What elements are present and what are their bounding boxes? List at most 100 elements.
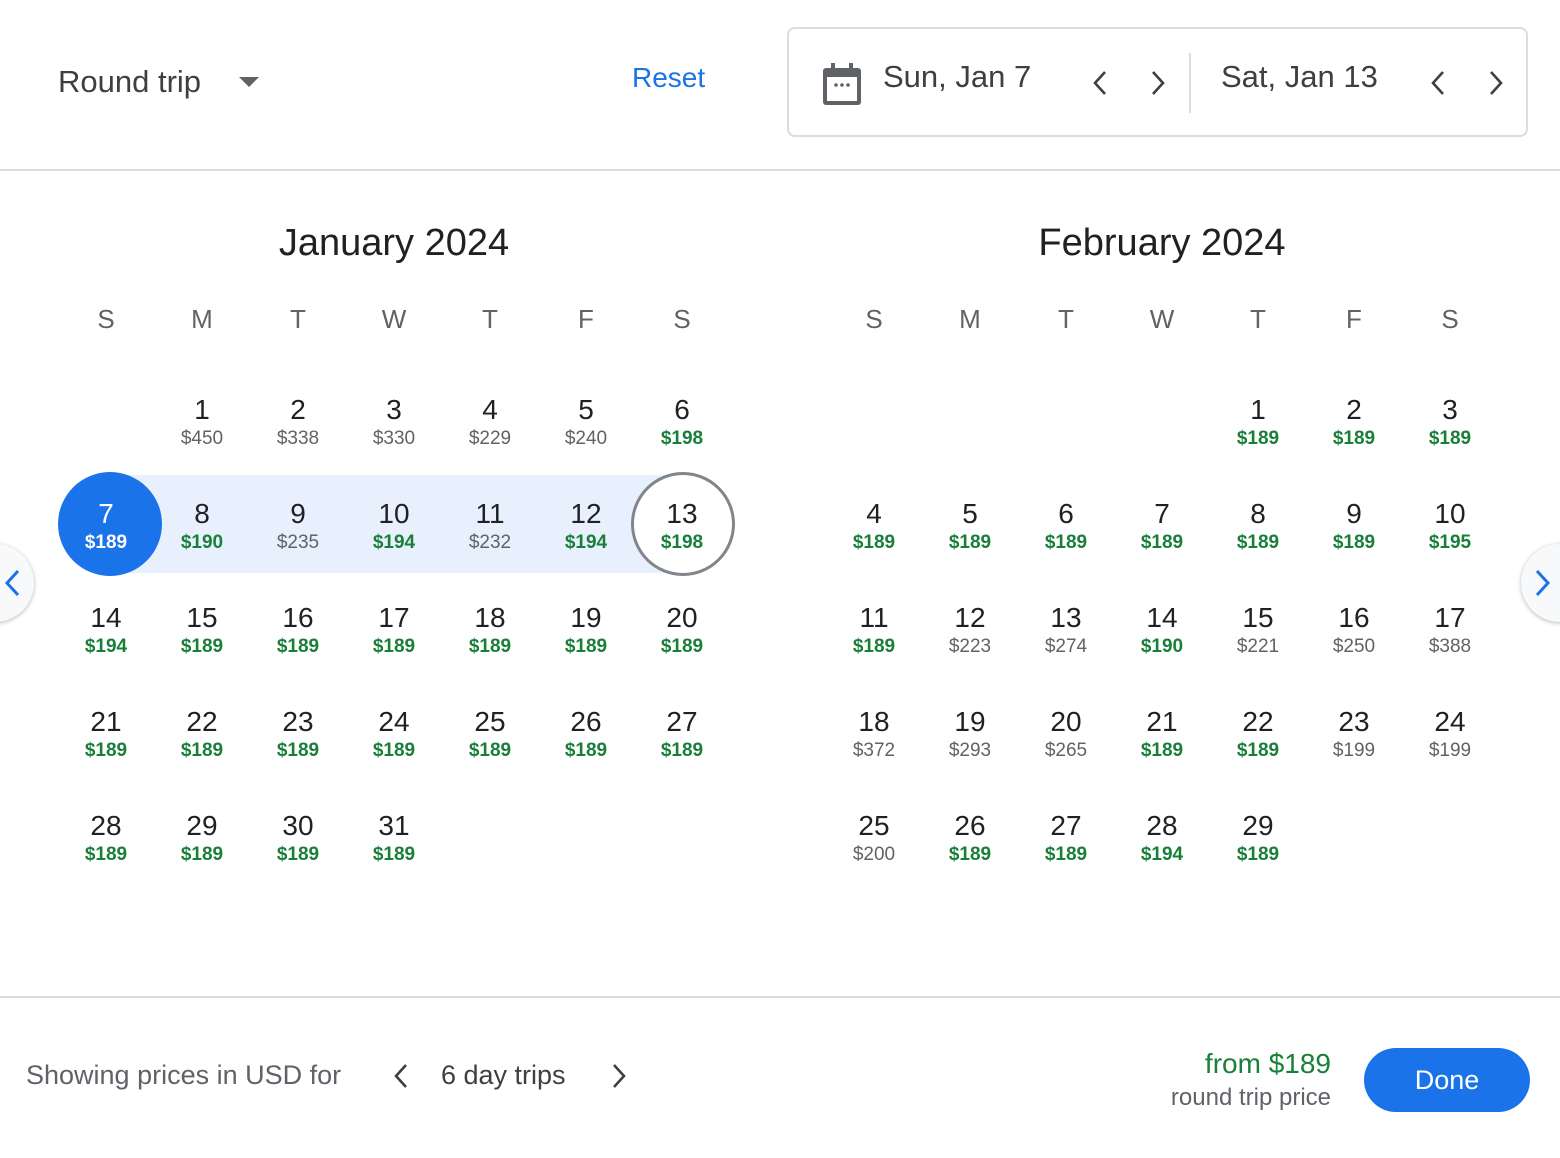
day-cell[interactable]: 16 $189 (250, 579, 346, 683)
day-cell[interactable]: 25 $200 (826, 787, 922, 891)
reset-button[interactable]: Reset (632, 62, 705, 94)
calendar-week: 11 $189 12 $223 13 $274 14 $190 15 $221 16 $250 17 $3… (826, 579, 1498, 683)
day-cell[interactable]: 24 $189 (346, 683, 442, 787)
duration-increase-button[interactable] (602, 1058, 636, 1094)
day-cell[interactable]: 3 $189 (1402, 371, 1498, 475)
day-cell[interactable]: 2 $189 (1306, 371, 1402, 475)
day-cell[interactable]: 17 $189 (346, 579, 442, 683)
day-price: $189 (468, 740, 512, 761)
day-cell[interactable]: 7 $189 (1114, 475, 1210, 579)
day-cell[interactable]: 30 $189 (250, 787, 346, 891)
day-price: $189 (276, 740, 320, 761)
day-cell[interactable]: 18 $189 (442, 579, 538, 683)
day-price: $198 (660, 428, 704, 449)
day-cell[interactable]: 22 $189 (154, 683, 250, 787)
weekday-label: T (1250, 304, 1266, 334)
calendar-grid: 1 $189 2 $189 3 $189 4 $189 5 $189 6 $189 7 $189 8 $189… (826, 371, 1498, 891)
return-next-button[interactable] (1479, 65, 1513, 101)
calendar-week: 4 $189 5 $189 6 $189 7 $189 8 $189 9 $189 10 $195 (826, 475, 1498, 579)
day-cell[interactable]: 15 $189 (154, 579, 250, 683)
day-cell[interactable]: 21 $189 (58, 683, 154, 787)
day-cell[interactable]: 29 $189 (154, 787, 250, 891)
day-price: $330 (372, 428, 416, 449)
day-number: 17 (378, 602, 410, 633)
day-cell[interactable]: 28 $189 (58, 787, 154, 891)
day-cell[interactable]: 17 $388 (1402, 579, 1498, 683)
day-number: 10 (378, 498, 410, 529)
day-price: $189 (852, 636, 896, 657)
day-cell[interactable]: 10 $195 (1402, 475, 1498, 579)
return-date[interactable]: Sat, Jan 13 (1221, 59, 1378, 95)
day-cell[interactable]: 25 $189 (442, 683, 538, 787)
day-number: 5 (962, 498, 978, 529)
day-cell[interactable]: 18 $372 (826, 683, 922, 787)
empty-day-cell (1018, 371, 1114, 475)
day-number: 23 (282, 706, 314, 737)
day-cell[interactable]: 1 $189 (1210, 371, 1306, 475)
day-cell[interactable]: 21 $189 (1114, 683, 1210, 787)
day-cell[interactable]: 8 $189 (1210, 475, 1306, 579)
day-number: 8 (194, 498, 210, 529)
weekday-label: S (97, 304, 115, 334)
departure-day-cell[interactable]: 7 $189 (58, 472, 162, 579)
previous-month-button[interactable] (0, 544, 34, 622)
day-cell[interactable]: 3 $330 (346, 371, 442, 475)
departure-next-button[interactable] (1141, 65, 1175, 101)
day-cell[interactable]: 28 $194 (1114, 787, 1210, 891)
day-cell[interactable]: 20 $265 (1018, 683, 1114, 787)
day-number: 18 (858, 706, 890, 737)
departure-prev-button[interactable] (1083, 65, 1117, 101)
day-cell[interactable]: 14 $194 (58, 579, 154, 683)
day-cell[interactable]: 11 $232 (442, 475, 538, 579)
day-number: 28 (1146, 810, 1178, 841)
day-cell[interactable]: 5 $240 (538, 371, 634, 475)
day-cell[interactable]: 2 $338 (250, 371, 346, 475)
day-cell[interactable]: 5 $189 (922, 475, 1018, 579)
day-cell[interactable]: 31 $189 (346, 787, 442, 891)
day-cell[interactable]: 9 $189 (1306, 475, 1402, 579)
day-cell[interactable]: 12 $194 (538, 475, 634, 579)
empty-day-cell (58, 371, 154, 475)
day-cell[interactable]: 11 $189 (826, 579, 922, 683)
next-month-button[interactable] (1521, 544, 1560, 622)
departure-date[interactable]: Sun, Jan 7 (883, 59, 1031, 95)
day-number: 1 (194, 394, 210, 425)
day-cell[interactable]: 20 $189 (634, 579, 730, 683)
day-cell[interactable]: 29 $189 (1210, 787, 1306, 891)
day-price: $338 (276, 428, 320, 449)
day-cell[interactable]: 6 $189 (1018, 475, 1114, 579)
trip-type-dropdown[interactable]: Round trip (58, 58, 260, 106)
day-cell[interactable]: 27 $189 (634, 683, 730, 787)
day-cell[interactable]: 9 $235 (250, 475, 346, 579)
day-number: 29 (186, 810, 218, 841)
day-cell[interactable]: 24 $199 (1402, 683, 1498, 787)
day-price: $194 (372, 532, 416, 553)
duration-decrease-button[interactable] (384, 1058, 418, 1094)
day-cell[interactable]: 26 $189 (538, 683, 634, 787)
day-cell[interactable]: 26 $189 (922, 787, 1018, 891)
done-button[interactable]: Done (1364, 1048, 1530, 1112)
day-cell[interactable]: 16 $250 (1306, 579, 1402, 683)
empty-day-cell (442, 787, 538, 891)
day-cell[interactable]: 8 $190 (154, 475, 250, 579)
day-cell[interactable]: 10 $194 (346, 475, 442, 579)
day-cell[interactable]: 12 $223 (922, 579, 1018, 683)
day-number: 21 (90, 706, 122, 737)
day-cell[interactable]: 23 $189 (250, 683, 346, 787)
day-cell[interactable]: 14 $190 (1114, 579, 1210, 683)
day-cell[interactable]: 22 $189 (1210, 683, 1306, 787)
day-cell[interactable]: 15 $221 (1210, 579, 1306, 683)
day-cell[interactable]: 19 $293 (922, 683, 1018, 787)
day-cell[interactable]: 4 $189 (826, 475, 922, 579)
weekday-label: T (1058, 304, 1074, 334)
day-price: $229 (468, 428, 512, 449)
return-day-cell[interactable]: 13 $198 (631, 472, 735, 579)
day-cell[interactable]: 19 $189 (538, 579, 634, 683)
day-cell[interactable]: 27 $189 (1018, 787, 1114, 891)
day-cell[interactable]: 13 $274 (1018, 579, 1114, 683)
day-cell[interactable]: 4 $229 (442, 371, 538, 475)
day-cell[interactable]: 23 $199 (1306, 683, 1402, 787)
day-cell[interactable]: 1 $450 (154, 371, 250, 475)
return-prev-button[interactable] (1421, 65, 1455, 101)
day-cell[interactable]: 6 $198 (634, 371, 730, 475)
